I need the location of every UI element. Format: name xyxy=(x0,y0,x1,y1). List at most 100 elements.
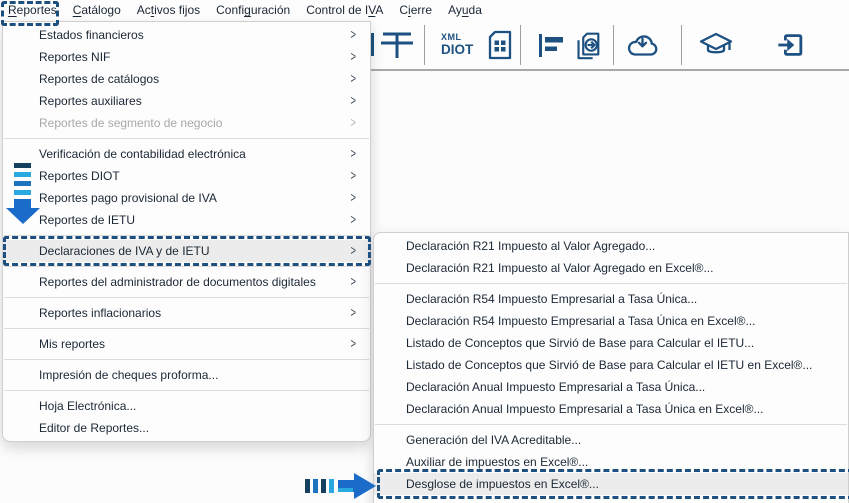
menu-item[interactable]: Reportes NIF > xyxy=(3,46,370,68)
menubar-item[interactable]: Cierre xyxy=(392,1,439,19)
submenu-item[interactable]: Auxiliar de impuestos en Excel®... xyxy=(374,451,848,473)
menu-item-label: Hoja Electrónica... xyxy=(39,399,136,413)
menu-item[interactable]: Reportes de catálogos > xyxy=(3,68,370,90)
menubar-item[interactable]: Catálogo xyxy=(66,1,128,19)
menu-item[interactable]: Reportes auxiliares > xyxy=(3,90,370,112)
xml-diot-icon[interactable]: XMLDIOT xyxy=(441,33,473,57)
menubar-item[interactable]: Ayuda xyxy=(441,1,489,19)
chevron-right-icon: > xyxy=(350,50,355,65)
submenu-item[interactable]: Generación del IVA Acreditable... xyxy=(374,429,848,451)
toolbar-separator xyxy=(520,25,521,65)
menubar-item-accesskey: g xyxy=(244,3,251,17)
menubar-item-text: C xyxy=(399,3,408,17)
submenu-item-label: Desglose de impuestos en Excel®... xyxy=(406,477,599,491)
chevron-right-icon: > xyxy=(350,72,355,87)
menu-separator xyxy=(4,359,369,360)
menubar-item[interactable]: Control de IVA xyxy=(299,1,390,19)
submenu-item-label: Auxiliar de impuestos en Excel®... xyxy=(406,455,588,469)
submenu-item-label: Declaración Anual Impuesto Empresarial a… xyxy=(406,380,705,394)
menu-separator xyxy=(375,283,847,284)
menu-item-label: Reportes pago provisional de IVA xyxy=(39,191,217,205)
menu-item-label: Editor de Reportes... xyxy=(39,421,149,435)
submenu-item[interactable]: Desglose de impuestos en Excel®... xyxy=(374,473,848,495)
export-document-icon[interactable] xyxy=(571,28,603,62)
chevron-right-icon: > xyxy=(350,94,355,109)
chevron-right-icon: > xyxy=(350,191,355,206)
chevron-right-icon: > xyxy=(350,244,355,259)
menu-item[interactable]: Reportes del administrador de documentos… xyxy=(3,271,370,293)
menu-item-label: Reportes del administrador de documentos… xyxy=(39,275,316,289)
submenu-item[interactable]: Listado de Conceptos que Sirvió de Base … xyxy=(374,354,848,376)
submenu-item[interactable]: Declaración R54 Impuesto Empresarial a T… xyxy=(374,310,848,332)
menu-item[interactable]: Estados financieros > xyxy=(3,24,370,46)
submenu-item-label: Listado de Conceptos que Sirvió de Base … xyxy=(406,358,812,372)
menu-item[interactable]: Declaraciones de IVA y de IETU > xyxy=(3,240,370,262)
cloud-download-icon[interactable] xyxy=(624,30,660,60)
toolbar-separator xyxy=(613,25,614,65)
menubar-item-text: erre xyxy=(411,3,432,17)
menu-item[interactable]: Mis reportes > xyxy=(3,333,370,355)
menubar-item[interactable]: Configuración xyxy=(209,1,297,19)
graduation-cap-icon[interactable] xyxy=(698,29,734,61)
menubar-item-text: Control de I xyxy=(306,3,368,17)
menu-separator xyxy=(4,390,369,391)
chevron-right-icon: > xyxy=(350,147,355,162)
menu-item[interactable]: Editor de Reportes... > xyxy=(3,417,370,439)
menu-item[interactable]: Verificación de contabilidad electrónica… xyxy=(3,143,370,165)
chevron-right-icon: > xyxy=(350,169,355,184)
submenu-item-label: Listado de Conceptos que Sirvió de Base … xyxy=(406,336,754,350)
submenu-item[interactable]: Declaración Anual Impuesto Empresarial a… xyxy=(374,398,848,420)
aligned-bars-icon[interactable] xyxy=(535,30,565,60)
menu-item[interactable]: Hoja Electrónica... > xyxy=(3,395,370,417)
menubar-item-text: uración xyxy=(251,3,290,17)
menu-item-label: Reportes DIOT xyxy=(39,169,120,183)
submenu-item[interactable]: Declaración R21 Impuesto al Valor Agrega… xyxy=(374,235,848,257)
submenu-item[interactable]: Declaración Anual Impuesto Empresarial a… xyxy=(374,376,848,398)
menu-item-label: Reportes de IETU xyxy=(39,213,135,227)
menu-bar: ReportesCatálogoActivos fijosConfiguraci… xyxy=(0,0,849,20)
menu-item[interactable]: Impresión de cheques proforma... > xyxy=(3,364,370,386)
menubar-item-text: atálogo xyxy=(81,3,120,17)
menubar-item-text: Confi xyxy=(216,3,244,17)
menu-item-label: Mis reportes xyxy=(39,337,105,351)
chevron-right-icon: > xyxy=(350,275,355,290)
submenu-item-label: Declaración R21 Impuesto al Valor Agrega… xyxy=(406,239,655,253)
menu-item[interactable]: Reportes DIOT > xyxy=(3,165,370,187)
menubar-item-text: eportes xyxy=(17,3,57,17)
chevron-right-icon: > xyxy=(350,213,355,228)
menu-item[interactable]: Reportes de segmento de negocio > xyxy=(3,112,370,134)
menu-item-label: Reportes NIF xyxy=(39,50,110,64)
menu-item-label: Reportes auxiliares xyxy=(39,94,142,108)
document-grid-icon[interactable] xyxy=(485,29,515,61)
declaraciones-submenu: Declaración R21 Impuesto al Valor Agrega… xyxy=(373,232,849,503)
menu-separator xyxy=(4,297,369,298)
tax-report-icon[interactable] xyxy=(379,30,415,60)
menu-item-label: Impresión de cheques proforma... xyxy=(39,368,218,382)
menubar-item[interactable]: Reportes xyxy=(1,1,64,19)
chevron-right-icon: > xyxy=(350,337,355,352)
menu-item-label: Estados financieros xyxy=(39,28,144,42)
submenu-item[interactable]: Declaración R21 Impuesto al Valor Agrega… xyxy=(374,257,848,279)
menubar-item-accesskey: R xyxy=(8,3,17,17)
toolbar-separator xyxy=(424,25,425,65)
menu-item[interactable]: Reportes pago provisional de IVA > xyxy=(3,187,370,209)
exit-icon[interactable] xyxy=(776,30,806,60)
menu-separator xyxy=(4,138,369,139)
clipped-toolbar-icon-fragment xyxy=(371,33,374,56)
submenu-item[interactable]: Declaración R54 Impuesto Empresarial a T… xyxy=(374,288,848,310)
submenu-item-label: Declaración Anual Impuesto Empresarial a… xyxy=(406,402,763,416)
submenu-item-label: Declaración R54 Impuesto Empresarial a T… xyxy=(406,292,697,306)
menubar-item[interactable]: Activos fijos xyxy=(130,1,207,19)
submenu-item-label: Generación del IVA Acreditable... xyxy=(406,433,581,447)
menu-separator xyxy=(375,424,847,425)
right-arrow-annotation xyxy=(305,472,377,500)
menu-item-label: Declaraciones de IVA y de IETU xyxy=(39,244,210,258)
menubar-item-text: ivos fijos xyxy=(154,3,200,17)
menu-separator xyxy=(4,266,369,267)
submenu-item[interactable]: Listado de Conceptos que Sirvió de Base … xyxy=(374,332,848,354)
menu-item[interactable]: Reportes de IETU > xyxy=(3,209,370,231)
menu-item[interactable]: Reportes inflacionarios > xyxy=(3,302,370,324)
menu-item-label: Reportes inflacionarios xyxy=(39,306,161,320)
chevron-right-icon: > xyxy=(350,306,355,321)
chevron-right-icon: > xyxy=(350,28,355,43)
